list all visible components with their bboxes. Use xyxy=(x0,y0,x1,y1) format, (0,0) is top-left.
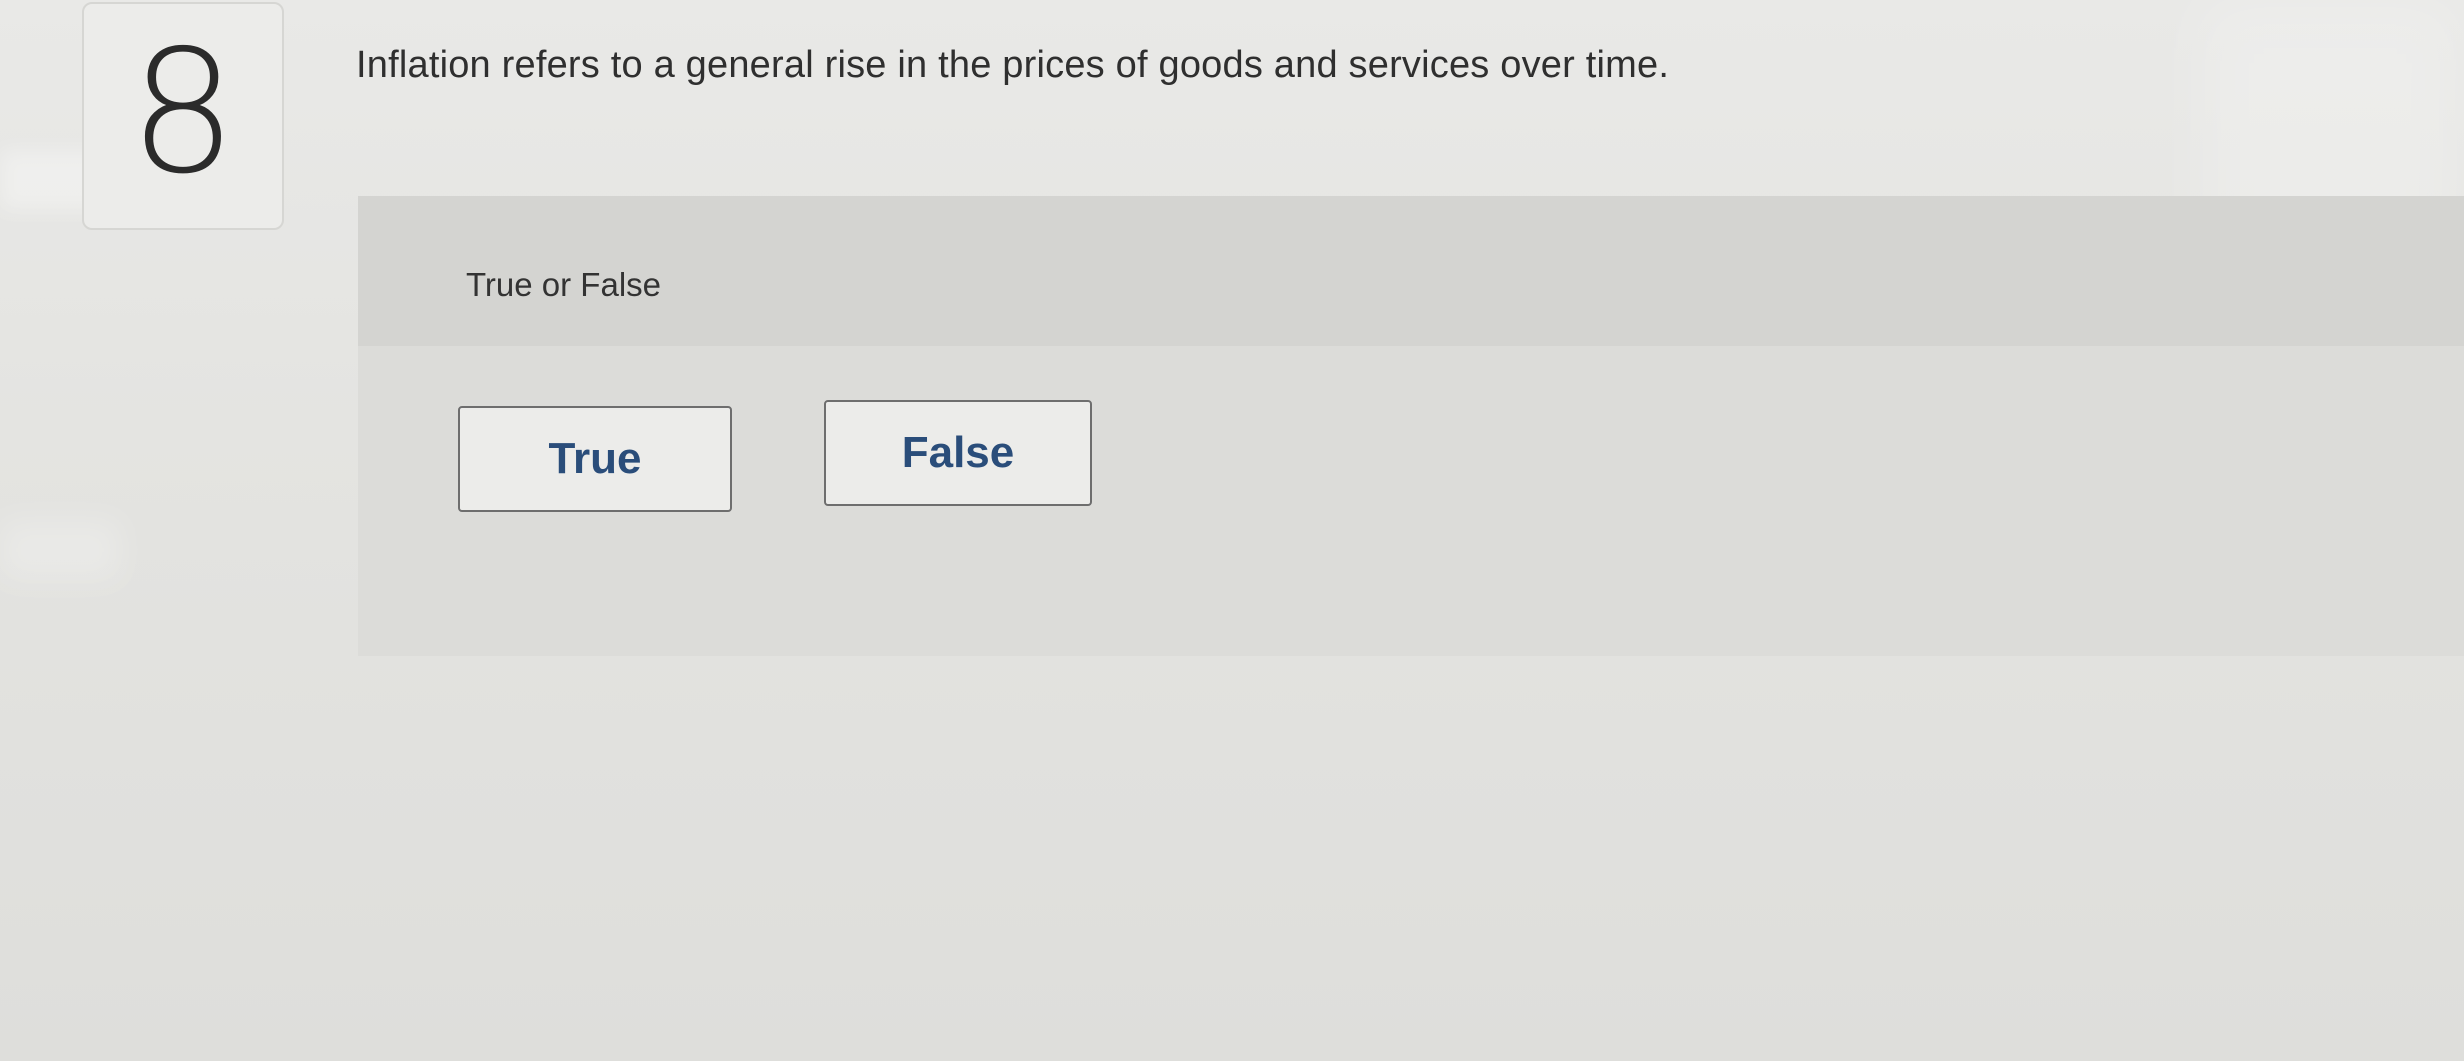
screen-glare xyxy=(0,520,120,580)
question-prompt: Inflation refers to a general rise in th… xyxy=(356,44,1670,86)
question-type-label: True or False xyxy=(466,266,662,303)
true-button[interactable]: True xyxy=(458,406,732,512)
answer-panel-header: True or False xyxy=(358,196,2464,346)
false-button[interactable]: False xyxy=(824,400,1092,506)
question-number-badge: 8 xyxy=(82,2,284,230)
question-number: 8 xyxy=(128,14,238,212)
answer-panel: True or False True False xyxy=(358,196,2464,656)
